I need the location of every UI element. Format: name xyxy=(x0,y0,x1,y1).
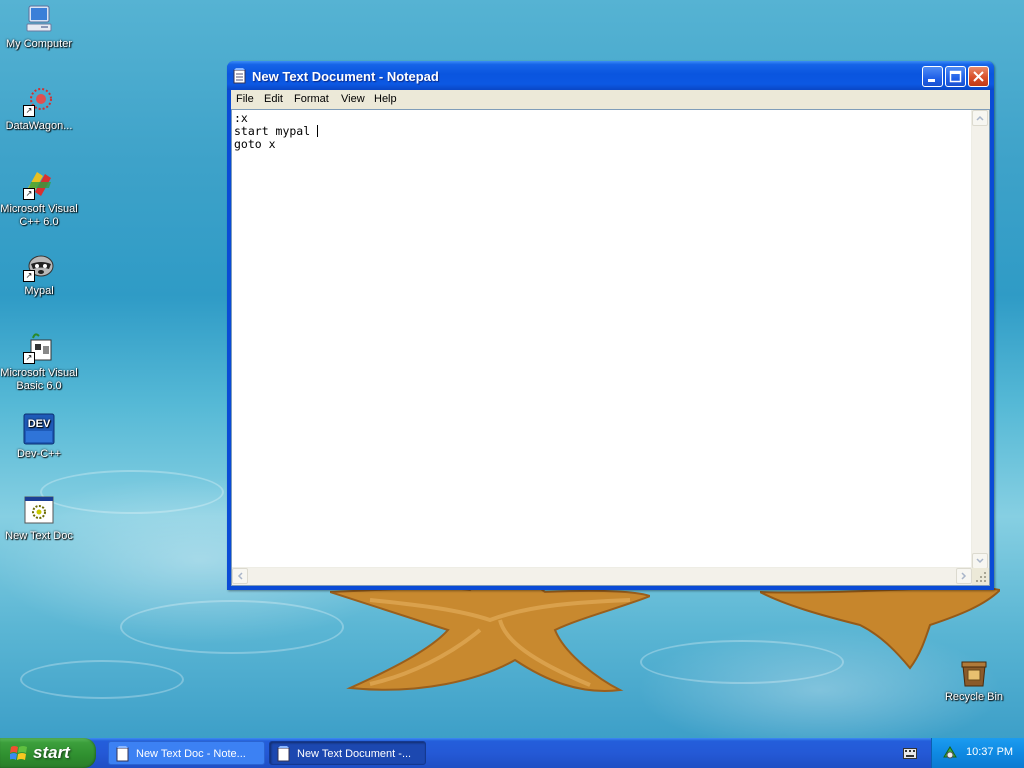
text-line: :x xyxy=(234,111,248,125)
start-label: start xyxy=(33,743,70,762)
menu-help[interactable]: Help xyxy=(374,93,397,105)
water-ripple xyxy=(120,600,344,654)
window-title: New Text Document - Notepad xyxy=(252,69,439,84)
desktop-icon-my-computer[interactable]: My Computer xyxy=(0,3,78,51)
menu-edit[interactable]: Edit xyxy=(264,93,283,105)
shortcut-arrow-icon: ↗ xyxy=(23,105,35,117)
close-button[interactable] xyxy=(968,66,989,87)
shortcut-arrow-icon: ↗ xyxy=(23,270,35,282)
arrow-up-icon xyxy=(976,115,984,121)
scroll-down-button[interactable] xyxy=(972,553,988,569)
title-bar[interactable]: New Text Document - Notepad xyxy=(227,61,994,90)
recycle-bin-icon xyxy=(958,656,990,688)
menu-bar: File Edit Format View Help xyxy=(231,90,990,110)
network-icon[interactable] xyxy=(942,745,958,761)
menu-format[interactable]: Format xyxy=(294,93,329,105)
minimize-icon xyxy=(928,79,935,82)
mypal-raccoon-icon: ↗ xyxy=(23,250,55,282)
windows-logo-icon xyxy=(10,746,27,760)
taskbar: start New Text Doc - Note... New Text Do… xyxy=(0,738,1024,768)
notepad-window[interactable]: New Text Document - Notepad File Edit Fo… xyxy=(227,61,994,590)
desktop-icon-datawagon[interactable]: ↗ DataWagon... xyxy=(0,85,78,133)
taskbar-item-new-text-document[interactable]: New Text Document -... xyxy=(269,741,426,765)
taskbar-item-new-text-doc[interactable]: New Text Doc - Note... xyxy=(108,741,265,765)
notepad-icon xyxy=(233,68,246,84)
desktop-icon-mypal[interactable]: ↗ Mypal xyxy=(0,250,78,298)
close-icon xyxy=(973,71,984,82)
text-caret xyxy=(317,125,319,137)
start-button[interactable]: start xyxy=(0,738,96,768)
visual-cpp-icon: ↗ xyxy=(23,168,55,200)
shortcut-arrow-icon: ↗ xyxy=(23,188,35,200)
text-line: start mypal xyxy=(234,124,318,138)
batch-file-icon xyxy=(23,495,55,527)
text-line: goto x xyxy=(234,137,276,151)
water-ripple xyxy=(20,660,184,699)
desktop-icon-dev-cpp[interactable]: DEV Dev-C++ xyxy=(0,413,78,461)
desktop-icon-recycle-bin[interactable]: Recycle Bin xyxy=(935,656,1013,704)
clock[interactable]: 10:37 PM xyxy=(966,746,1013,758)
desktop-icon-visual-basic[interactable]: ↗ Microsoft Visual Basic 6.0 xyxy=(0,332,78,393)
desktop-icon-new-text-doc[interactable]: New Text Doc xyxy=(0,495,78,543)
menu-file[interactable]: File xyxy=(236,93,254,105)
visual-basic-icon: ↗ xyxy=(23,332,55,364)
arrow-right-icon xyxy=(961,572,967,580)
document-text[interactable]: :x start mypal goto x xyxy=(234,111,319,151)
my-computer-icon xyxy=(23,3,55,35)
menu-view[interactable]: View xyxy=(341,93,365,105)
scroll-up-button[interactable] xyxy=(972,110,988,126)
notepad-icon xyxy=(116,746,129,762)
maximize-icon xyxy=(949,70,962,83)
shortcut-arrow-icon: ↗ xyxy=(23,352,35,364)
minimize-button[interactable] xyxy=(922,66,943,87)
dev-badge-text: DEV xyxy=(28,418,51,430)
resize-grip[interactable] xyxy=(972,568,989,585)
scroll-left-button[interactable] xyxy=(232,568,248,584)
notepad-icon xyxy=(277,746,290,762)
dev-cpp-icon: DEV xyxy=(23,413,55,445)
resize-grip-icon xyxy=(976,572,986,582)
arrow-down-icon xyxy=(976,558,984,564)
horizontal-scrollbar[interactable] xyxy=(232,567,972,585)
keyboard-icon[interactable] xyxy=(903,748,917,759)
scroll-right-button[interactable] xyxy=(956,568,972,584)
maximize-button[interactable] xyxy=(945,66,966,87)
system-tray: 10:37 PM xyxy=(931,738,1024,768)
vertical-scrollbar[interactable] xyxy=(971,110,989,569)
arrow-left-icon xyxy=(237,572,243,580)
text-editor-area[interactable]: :x start mypal goto x xyxy=(231,109,990,586)
desktop-icon-visual-cpp[interactable]: ↗ Microsoft Visual C++ 6.0 xyxy=(0,168,78,229)
datawagon-icon: ↗ xyxy=(23,85,55,117)
